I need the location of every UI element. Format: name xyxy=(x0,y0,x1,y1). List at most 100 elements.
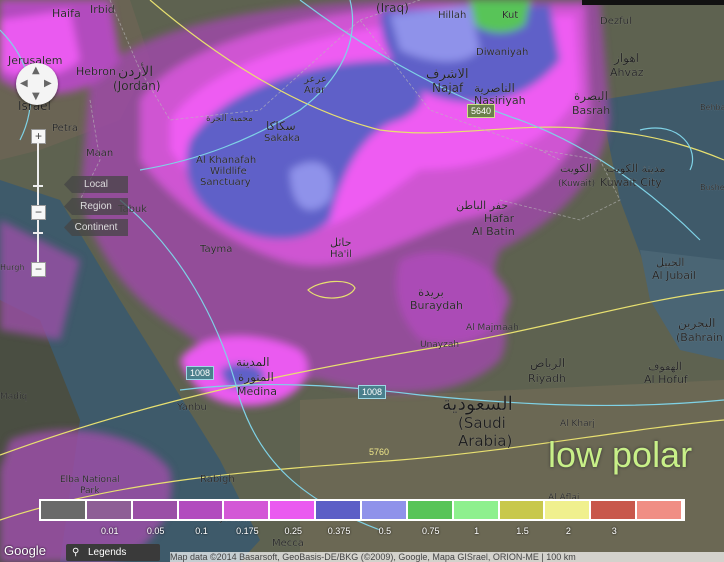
map-canvas[interactable]: Haifa IrbidJerusalemHebronIsrael(Jordan)ا… xyxy=(0,0,724,562)
place-label-hebron: Hebron xyxy=(76,65,116,78)
place-label-najaf-ar: الاشرف xyxy=(426,67,469,82)
legend-swatch xyxy=(637,501,681,519)
pan-control[interactable]: ▲ ◀ ▶ ▼ xyxy=(16,63,58,105)
contour-label-5640: 5640 xyxy=(467,104,496,118)
legend-swatch xyxy=(224,501,269,519)
zoom-notch xyxy=(33,232,43,234)
place-label-basrah: Basrah xyxy=(572,104,610,117)
google-logo: Google xyxy=(4,543,46,558)
legend-label: 2 xyxy=(565,526,571,536)
place-label-hofuf: Al Hofuf xyxy=(644,373,689,386)
place-label-maan: Maan xyxy=(86,148,113,159)
zoom-continent-button[interactable]: Continent xyxy=(64,219,128,236)
place-label-hofuf-ar: الهفوف xyxy=(648,360,682,373)
place-label-tayma: Tayma xyxy=(199,244,232,255)
pan-down-icon[interactable]: ▼ xyxy=(32,92,40,102)
legend-swatch xyxy=(86,501,131,519)
place-label-kuwait: Kuwait City xyxy=(600,176,662,189)
place-label-jordan: (Jordan) xyxy=(113,79,161,93)
place-label-sakaka: Sakaka xyxy=(264,133,300,144)
legend-label: 0.1 xyxy=(195,526,208,536)
contour-label-1008: 1008 xyxy=(186,366,215,380)
legend-swatch xyxy=(41,501,85,519)
legend-swatch xyxy=(591,501,636,519)
place-label-buraydah: Buraydah xyxy=(410,299,463,312)
pan-right-icon[interactable]: ▶ xyxy=(44,79,52,89)
legend-label: 1 xyxy=(474,526,480,536)
place-label-bushe: Bushe xyxy=(700,183,724,192)
pan-left-icon[interactable]: ◀ xyxy=(20,79,28,89)
place-label-hail-ar: حائل xyxy=(330,236,352,249)
place-label-kharj: Al Kharj xyxy=(560,419,595,429)
legend-label: 0.25 xyxy=(284,526,302,536)
place-label-arabia: Arabia) xyxy=(458,432,512,450)
place-label-arar: Arar xyxy=(304,85,326,96)
place-label-jubail-ar: الجبيل xyxy=(656,256,684,269)
place-label-nasiriyah-ar: الناصرية xyxy=(474,81,515,96)
legend-swatch xyxy=(178,501,223,519)
legend-swatch xyxy=(545,501,590,519)
legend-label: 0.5 xyxy=(378,526,392,536)
place-label-najaf: Najaf xyxy=(432,81,464,95)
place-label-saudi-ar: السعودية xyxy=(442,393,513,415)
place-label-rabigh: Rabigh xyxy=(200,474,235,485)
place-label-riyadh: Riyadh xyxy=(528,372,566,385)
place-label-medina-ar2: المنورة xyxy=(238,370,274,385)
place-label-medina-ar: المدينة xyxy=(236,355,270,369)
place-label-yanbu: Yanbu xyxy=(176,402,207,413)
zoom-notch xyxy=(33,185,43,187)
legend-label: 1.5 xyxy=(516,526,529,536)
place-label-hafar-ar: حفر الباطن xyxy=(456,199,508,212)
place-label-jordan-ar: الأردن xyxy=(118,62,153,80)
place-label-hurgh: Hurgh xyxy=(0,263,24,272)
map-attribution: Map data ©2014 Basarsoft, GeoBasis-DE/BK… xyxy=(170,552,724,562)
place-label-madiq: Madiq xyxy=(0,392,27,402)
contour-label-1008: 1008 xyxy=(358,385,387,399)
legend-label: 0.375 xyxy=(327,526,351,536)
legend-swatch xyxy=(362,501,406,519)
legend-swatch xyxy=(132,501,177,519)
place-label-elba: Elba National xyxy=(60,475,120,485)
place-label-wildlife: Wildlife xyxy=(210,166,247,177)
place-label-diwaniyah: Diwaniyah xyxy=(476,47,528,58)
legend-swatch xyxy=(407,501,452,519)
place-label-petra: Petra xyxy=(52,123,78,134)
place-label-beh: Behbahan xyxy=(700,103,724,112)
precip-legend xyxy=(39,499,685,521)
legend-swatch xyxy=(453,501,498,519)
place-label-bahrain: (Bahrain xyxy=(676,331,723,344)
place-label-kuwait-ar2: الكويت xyxy=(560,162,592,175)
place-label-bahrain-ar: البحرين xyxy=(678,316,715,331)
place-label-albatin: Al Batin xyxy=(472,225,515,238)
place-label-jubail: Al Jubail xyxy=(652,269,696,282)
contour-label-5760: 5760 xyxy=(369,447,390,457)
pan-up-icon[interactable]: ▲ xyxy=(32,66,40,76)
place-label-saudi: (Saudi xyxy=(458,414,506,432)
zoom-slider-handle[interactable]: − xyxy=(31,205,46,220)
overlay-title: low polar xyxy=(548,434,693,475)
search-icon: ⚲ xyxy=(72,547,80,558)
place-label-buraydah-ar: بريدة xyxy=(418,285,444,300)
place-label-haifa: Haifa xyxy=(52,7,81,20)
place-label-park: Park xyxy=(80,486,100,496)
place-label-irbid: Irbid xyxy=(90,3,115,16)
zoom-out-button[interactable]: − xyxy=(31,262,46,277)
zoom-region-button[interactable]: Region xyxy=(64,198,128,215)
zoom-local-button[interactable]: Local xyxy=(64,176,128,193)
place-label-arar-ar: عرعر xyxy=(303,74,327,85)
legend-label: 0.01 xyxy=(101,526,119,536)
place-label-hafar: Hafar xyxy=(484,212,515,225)
legend-swatch xyxy=(270,501,315,519)
top-strip xyxy=(582,0,724,5)
place-label-riyadh-ar: الرياض xyxy=(530,356,565,371)
place-label-kuwait-p: (Kuwait) xyxy=(558,179,595,189)
legend-label: 3 xyxy=(611,526,617,536)
legend-label: 0.175 xyxy=(236,526,259,536)
place-label-basrah-ar: البصرة xyxy=(574,89,608,104)
legends-button[interactable]: ⚲ Legends xyxy=(66,544,160,561)
place-label-medina: Medina xyxy=(237,385,277,398)
place-label-dezful: Dezful xyxy=(600,16,632,27)
place-label-sakaka-ar: سكاكا xyxy=(266,119,296,133)
place-label-majmaah: Al Majmaah xyxy=(466,323,519,333)
place-label-ahvaz-ar: اهواز xyxy=(613,51,639,66)
